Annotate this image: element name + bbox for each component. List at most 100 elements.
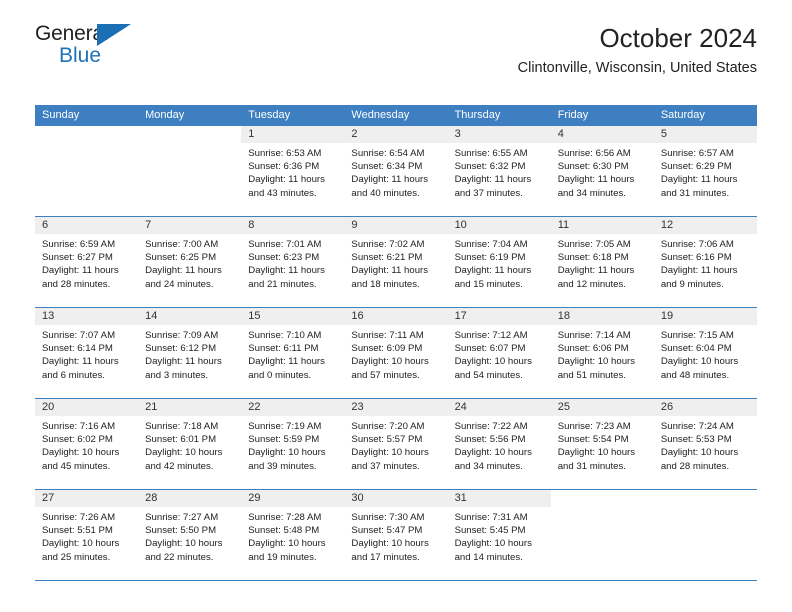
calendar-week-row: 1 Sunrise: 6:53 AM Sunset: 6:36 PM Daylight… [35,126,757,217]
daylight-text: Daylight: 11 hours and 3 minutes. [145,356,222,381]
calendar-day-cell[interactable]: 17 Sunrise: 7:12 AM Sunset: 6:07 PM Dayligh… [447,308,551,398]
sunrise-text: Sunrise: 7:15 AM [660,330,734,341]
day-details: Sunrise: 7:10 AM Sunset: 6:11 PM Daylight:… [241,325,344,382]
daylight-text: Daylight: 10 hours and 54 minutes. [454,356,532,381]
day-details: Sunrise: 7:05 AM Sunset: 6:18 PM Daylight:… [551,234,654,291]
day-number: 3 [447,126,551,143]
brand-logo: General Blue [35,23,165,72]
calendar-day-cell[interactable]: 16 Sunrise: 7:11 AM Sunset: 6:09 PM Dayligh… [344,308,448,398]
calendar-day-cell[interactable]: 24 Sunrise: 7:22 AM Sunset: 5:56 PM Dayligh… [447,399,551,489]
calendar-day-cell[interactable]: 21 Sunrise: 7:18 AM Sunset: 6:01 PM Dayligh… [138,399,242,489]
sunset-text: Sunset: 6:01 PM [145,434,217,446]
sunrise-text: Sunrise: 7:07 AM [42,330,116,341]
calendar-day-cell[interactable]: 7 Sunrise: 7:00 AM Sunset: 6:25 PM Daylight… [138,217,242,307]
sunrise-text: Sunrise: 7:12 AM [454,330,528,341]
day-details: Sunrise: 7:06 AM Sunset: 6:16 PM Daylight:… [654,234,757,291]
day-details: Sunrise: 7:26 AM Sunset: 5:51 PM Daylight:… [35,507,138,564]
calendar-day-cell[interactable]: 8 Sunrise: 7:01 AM Sunset: 6:23 PM Daylight… [241,217,345,307]
calendar-day-cell[interactable]: 27 Sunrise: 7:26 AM Sunset: 5:51 PM Dayligh… [35,490,139,580]
daylight-text: Daylight: 11 hours and 12 minutes. [557,265,635,290]
sunrise-text: Sunrise: 7:26 AM [42,512,116,523]
day-number: 14 [138,308,242,325]
calendar-day-cell[interactable]: 3 Sunrise: 6:55 AM Sunset: 6:32 PM Daylight… [447,126,551,216]
sunset-text: Sunset: 6:25 PM [145,252,217,264]
calendar-day-cell[interactable]: 19 Sunrise: 7:15 AM Sunset: 6:04 PM Dayligh… [653,308,757,398]
day-number: 28 [138,490,242,507]
calendar-day-cell[interactable]: 15 Sunrise: 7:10 AM Sunset: 6:11 PM Dayligh… [241,308,345,398]
calendar-day-cell[interactable]: 4 Sunrise: 6:56 AM Sunset: 6:30 PM Daylight… [550,126,654,216]
calendar-day-cell[interactable]: 12 Sunrise: 7:06 AM Sunset: 6:16 PM Dayligh… [653,217,757,307]
calendar-day-cell[interactable]: 30 Sunrise: 7:30 AM Sunset: 5:47 PM Dayligh… [344,490,448,580]
sunrise-text: Sunrise: 6:54 AM [351,148,425,159]
sunrise-text: Sunrise: 7:18 AM [145,421,219,432]
calendar-day-cell-empty [138,126,242,216]
calendar-day-cell[interactable]: 2 Sunrise: 6:54 AM Sunset: 6:34 PM Daylight… [344,126,448,216]
calendar-day-cell[interactable]: 28 Sunrise: 7:27 AM Sunset: 5:50 PM Dayligh… [138,490,242,580]
daylight-text: Daylight: 11 hours and 28 minutes. [42,265,119,290]
day-number: 18 [550,308,654,325]
calendar-day-cell[interactable]: 9 Sunrise: 7:02 AM Sunset: 6:21 PM Daylight… [344,217,448,307]
daylight-text: Daylight: 11 hours and 43 minutes. [248,174,325,199]
daylight-text: Daylight: 11 hours and 34 minutes. [557,174,635,199]
location-subtitle: Clintonville, Wisconsin, United States [517,60,757,76]
page-title: October 2024 [599,23,757,53]
daylight-text: Daylight: 10 hours and 37 minutes. [351,447,429,472]
day-number: 1 [241,126,345,143]
sunset-text: Sunset: 5:59 PM [248,434,320,446]
sunrise-text: Sunrise: 6:55 AM [454,148,528,159]
sunset-text: Sunset: 6:23 PM [248,252,320,264]
day-details: Sunrise: 6:53 AM Sunset: 6:36 PM Daylight:… [241,143,344,200]
weekday-header-friday: Friday [557,109,589,121]
calendar-day-cell[interactable]: 14 Sunrise: 7:09 AM Sunset: 6:12 PM Dayligh… [138,308,242,398]
calendar-day-cell[interactable]: 20 Sunrise: 7:16 AM Sunset: 6:02 PM Dayligh… [35,399,139,489]
sunrise-text: Sunrise: 6:53 AM [248,148,322,159]
daylight-text: Daylight: 10 hours and 51 minutes. [557,356,636,381]
day-details: Sunrise: 7:24 AM Sunset: 5:53 PM Daylight:… [654,416,757,473]
day-number: 20 [35,399,139,416]
day-number: 2 [344,126,448,143]
sunset-text: Sunset: 6:09 PM [351,343,423,355]
weekday-header-monday: Monday [145,109,185,121]
sunrise-text: Sunrise: 7:09 AM [145,330,219,341]
day-number: 21 [138,399,242,416]
day-details: Sunrise: 6:54 AM Sunset: 6:34 PM Daylight:… [344,143,447,200]
sunrise-text: Sunrise: 7:06 AM [660,239,734,250]
calendar-day-cell[interactable]: 5 Sunrise: 6:57 AM Sunset: 6:29 PM Daylight… [653,126,757,216]
calendar-day-cell[interactable]: 22 Sunrise: 7:19 AM Sunset: 5:59 PM Dayligh… [241,399,345,489]
day-number: 16 [344,308,448,325]
daylight-text: Daylight: 10 hours and 48 minutes. [660,356,739,381]
calendar-day-cell[interactable]: 25 Sunrise: 7:23 AM Sunset: 5:54 PM Dayligh… [550,399,654,489]
day-number: 10 [447,217,551,234]
calendar-day-cell[interactable]: 6 Sunrise: 6:59 AM Sunset: 6:27 PM Daylight… [35,217,139,307]
calendar-day-cell[interactable]: 13 Sunrise: 7:07 AM Sunset: 6:14 PM Dayligh… [35,308,139,398]
sunset-text: Sunset: 6:14 PM [42,343,113,355]
sunset-text: Sunset: 6:32 PM [454,161,526,173]
calendar-day-cell[interactable]: 29 Sunrise: 7:28 AM Sunset: 5:48 PM Dayligh… [241,490,345,580]
day-number: 22 [241,399,345,416]
calendar-day-cell-empty [550,490,654,580]
calendar-day-cell[interactable]: 11 Sunrise: 7:05 AM Sunset: 6:18 PM Dayligh… [550,217,654,307]
calendar-day-cell[interactable]: 23 Sunrise: 7:20 AM Sunset: 5:57 PM Dayligh… [344,399,448,489]
page-header: General Blue October 2024 Clintonville, … [35,0,757,76]
sunset-text: Sunset: 6:11 PM [248,343,319,355]
daylight-text: Daylight: 10 hours and 19 minutes. [248,538,326,563]
day-number: 8 [241,217,345,234]
daylight-text: Daylight: 11 hours and 40 minutes. [351,174,429,199]
daylight-text: Daylight: 10 hours and 39 minutes. [248,447,326,472]
day-details: Sunrise: 7:19 AM Sunset: 5:59 PM Daylight:… [241,416,344,473]
day-details: Sunrise: 6:59 AM Sunset: 6:27 PM Daylight:… [35,234,138,291]
day-details [654,507,757,511]
day-number [35,126,139,143]
calendar-day-cell[interactable]: 31 Sunrise: 7:31 AM Sunset: 5:45 PM Dayligh… [447,490,551,580]
daylight-text: Daylight: 10 hours and 25 minutes. [42,538,120,563]
weekday-header-row: Sunday Monday Tuesday Wednesday Thursday Frid… [35,105,757,126]
calendar-day-cell[interactable]: 26 Sunrise: 7:24 AM Sunset: 5:53 PM Dayligh… [653,399,757,489]
daylight-text: Daylight: 11 hours and 6 minutes. [42,356,119,381]
calendar-week-row: 13 Sunrise: 7:07 AM Sunset: 6:14 PM Dayligh… [35,308,757,399]
sunset-text: Sunset: 5:47 PM [351,525,423,537]
day-details: Sunrise: 7:22 AM Sunset: 5:56 PM Daylight:… [448,416,551,473]
calendar-day-cell[interactable]: 18 Sunrise: 7:14 AM Sunset: 6:06 PM Dayligh… [550,308,654,398]
calendar-day-cell[interactable]: 10 Sunrise: 7:04 AM Sunset: 6:19 PM Dayligh… [447,217,551,307]
calendar-day-cell[interactable]: 1 Sunrise: 6:53 AM Sunset: 6:36 PM Daylight… [241,126,345,216]
daylight-text: Daylight: 10 hours and 34 minutes. [454,447,532,472]
